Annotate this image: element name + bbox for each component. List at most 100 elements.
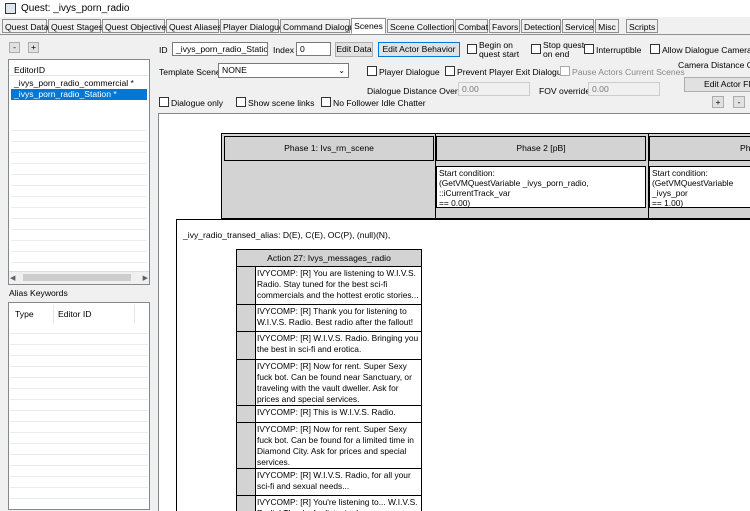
phase-2-start-condition[interactable]: Start condition: (GetVMQuestVariable _iv… <box>436 166 646 208</box>
action-line-grip[interactable] <box>237 423 256 468</box>
tab-quest-stages[interactable]: Quest Stages <box>48 19 103 33</box>
list-gridlines <box>11 120 147 270</box>
scrollbar-thumb[interactable] <box>23 274 131 281</box>
action-line-grip[interactable] <box>237 406 256 422</box>
action-line-row[interactable]: IVYCOMP: [R] Now for rent. Super Sexy fu… <box>237 423 421 469</box>
chevron-down-icon[interactable]: ⌄ <box>338 64 345 77</box>
show-scene-links-label: Show scene links <box>248 98 315 108</box>
dialogue-distance-field[interactable]: 0.00 <box>458 82 530 96</box>
app-icon <box>5 3 16 14</box>
action-line-text: IVYCOMP: [R] You're listening to... W.I.… <box>257 497 418 511</box>
horizontal-scrollbar[interactable]: ◀ ▶ <box>9 271 149 284</box>
action-line-text: IVYCOMP: [R] W.I.V.S. Radio, for all you… <box>257 470 411 491</box>
scroll-right-icon[interactable]: ▶ <box>143 274 148 282</box>
edit-actor-flags-button[interactable]: Edit Actor Flag <box>684 77 750 92</box>
tab-combat[interactable]: Combat <box>455 19 488 33</box>
tab-detection[interactable]: Detection <box>521 19 561 33</box>
template-scene-value: NONE <box>222 65 247 75</box>
column-header-editor-id[interactable]: Editor ID <box>58 309 91 319</box>
fov-field[interactable]: 0.00 <box>588 82 660 96</box>
tab-quest-aliases[interactable]: Quest Aliases <box>166 19 222 33</box>
action-line-text: IVYCOMP: [R] W.I.V.S. Radio. Bringing yo… <box>257 333 419 354</box>
tab-favors[interactable]: Favors <box>489 19 520 33</box>
remove-phase-button[interactable]: - <box>733 96 745 108</box>
prevent-player-exit-label: Prevent Player Exit Dialogue <box>457 67 567 77</box>
pause-actors-label: Pause Actors Current Scenes <box>572 67 685 77</box>
action-line-row[interactable]: IVYCOMP: [R] W.I.V.S. Radio. Bringing yo… <box>237 332 421 360</box>
stop-quest-line2: on end <box>543 49 570 59</box>
action-line-grip[interactable] <box>237 332 256 359</box>
tab-quest-objectives[interactable]: Quest Objectives <box>102 19 170 33</box>
scene-id-field[interactable]: _ivys_porn_radio_Station <box>172 42 268 56</box>
alias-keywords-label: Alias Keywords <box>9 288 68 298</box>
tab-quest-data[interactable]: Quest Data <box>2 19 48 33</box>
action-line-text: IVYCOMP: [R] Thank you for listening to … <box>257 306 414 327</box>
add-scene-button[interactable]: + <box>28 42 39 53</box>
begin-on-quest-start-checkbox[interactable] <box>467 44 477 54</box>
fov-override-label: FOV override <box>539 86 591 96</box>
phase-2-header[interactable]: Phase 2 [pB] <box>436 136 646 161</box>
template-scene-label: Template Scene <box>159 67 221 77</box>
edit-actor-behavior-button[interactable]: Edit Actor Behavior <box>378 42 460 57</box>
tab-divider <box>0 34 750 35</box>
index-field[interactable]: 0 <box>296 42 331 56</box>
phase-3-header[interactable]: Phase 3 <box>649 136 750 176</box>
dialogue-only-checkbox[interactable] <box>159 97 169 107</box>
action-line-row[interactable]: IVYCOMP: [R] Thank you for listening to … <box>237 305 421 332</box>
phase-3-start-condition[interactable]: Start condition: (GetVMQuestVariable _iv… <box>649 166 750 208</box>
tab-scenes[interactable]: Scenes <box>351 18 386 34</box>
tab-scene-collections[interactable]: Scene Collections <box>387 19 459 33</box>
phase-1-header[interactable]: Phase 1: Ivs_rm_scene <box>224 136 434 161</box>
scene-list-item-selected[interactable]: _ivys_porn_radio_Station * <box>11 89 147 100</box>
scene-list[interactable]: EditorID _ivys_porn_radio_commercial * _… <box>8 59 150 285</box>
add-phase-button[interactable]: + <box>712 96 724 108</box>
tab-command-dialogue[interactable]: Command Dialogue <box>280 19 359 33</box>
action-line-row[interactable]: IVYCOMP: [R] You're listening to... W.I.… <box>237 496 421 511</box>
tab-player-dialogue[interactable]: Player Dialogue <box>220 19 284 33</box>
action-block[interactable]: Action 27: Ivys_messages_radio IVYCOMP: … <box>236 249 422 511</box>
action-line-row[interactable]: IVYCOMP: [R] This is W.I.V.S. Radio. <box>237 406 421 423</box>
no-follower-idle-label: No Follower Idle Chatter <box>333 98 426 108</box>
scene-timeline-canvas[interactable]: Phase 1: Ivs_rm_scene Phase 2 [pB] Phase… <box>158 113 750 511</box>
action-line-grip[interactable] <box>237 267 256 304</box>
action-title[interactable]: Action 27: Ivys_messages_radio <box>237 250 421 267</box>
alias-line[interactable]: _ivy_radio_transed_alias: D(E), C(E), OC… <box>183 230 390 240</box>
action-line-row[interactable]: IVYCOMP: [R] Now for rent. Super Sexy fu… <box>237 360 421 406</box>
scene-list-item[interactable]: _ivys_porn_radio_commercial * <box>11 78 147 89</box>
player-dialogue-label: Player Dialogue <box>379 67 440 77</box>
scroll-left-icon[interactable]: ◀ <box>10 274 15 282</box>
prevent-player-exit-checkbox[interactable] <box>445 66 455 76</box>
stop-quest-on-end-label: Stop quest on end <box>543 41 584 59</box>
stop-quest-on-end-checkbox[interactable] <box>531 44 541 54</box>
pause-actors-checkbox[interactable] <box>560 66 570 76</box>
show-scene-links-checkbox[interactable] <box>236 97 246 107</box>
tab-misc[interactable]: Misc <box>595 19 619 33</box>
edit-data-button[interactable]: Edit Data <box>335 42 373 57</box>
list-header-divider <box>9 75 149 76</box>
begin-on-quest-start-line2: quest start <box>479 49 520 59</box>
dialogue-only-label: Dialogue only <box>171 98 224 108</box>
tab-strip: Quest Data Quest Stages Quest Objectives… <box>0 18 750 35</box>
tab-scripts[interactable]: Scripts <box>626 19 658 33</box>
action-line-grip[interactable] <box>237 496 256 511</box>
action-line-grip[interactable] <box>237 305 256 331</box>
action-line-grip[interactable] <box>237 469 256 495</box>
table-gridlines <box>10 323 148 509</box>
allow-dialogue-camera-checkbox[interactable] <box>650 44 660 54</box>
template-scene-dropdown[interactable]: NONE ⌄ <box>218 63 349 78</box>
action-line-row[interactable]: IVYCOMP: [R] W.I.V.S. Radio, for all you… <box>237 469 421 496</box>
action-line-grip[interactable] <box>237 360 256 405</box>
dialogue-distance-override-label: Dialogue Distance Override <box>367 86 473 96</box>
alias-keywords-table[interactable]: Type Editor ID <box>8 302 150 510</box>
column-header-type[interactable]: Type <box>15 309 34 319</box>
camera-distance-label: Camera Distance Ove <box>678 60 750 70</box>
remove-scene-button[interactable]: - <box>9 42 20 53</box>
action-line-row[interactable]: IVYCOMP: [R] You are listening to W.I.V.… <box>237 267 421 305</box>
window-title: Quest: _ivys_porn_radio <box>21 3 130 14</box>
player-dialogue-checkbox[interactable] <box>367 66 377 76</box>
scene-list-header[interactable]: EditorID <box>14 65 45 75</box>
interruptible-label: Interruptible <box>596 45 642 55</box>
no-follower-idle-checkbox[interactable] <box>321 97 331 107</box>
tab-service[interactable]: Service <box>562 19 594 33</box>
interruptible-checkbox[interactable] <box>584 44 594 54</box>
